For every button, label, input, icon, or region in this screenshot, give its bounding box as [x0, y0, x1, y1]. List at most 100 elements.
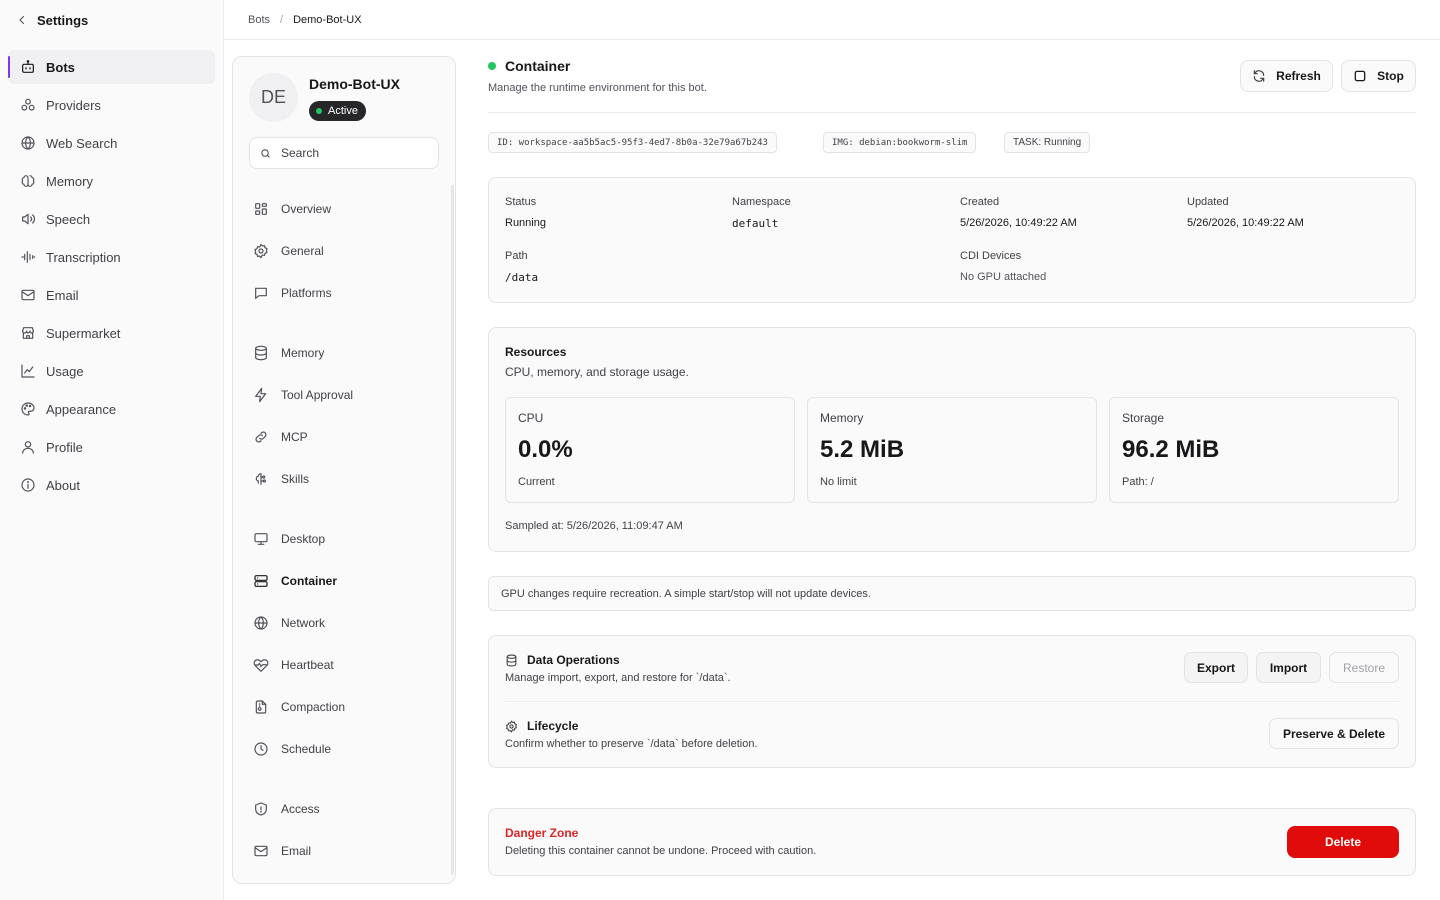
- bot-name: Demo-Bot-UX: [309, 76, 400, 92]
- export-button[interactable]: Export: [1184, 652, 1248, 683]
- created-label: Created: [960, 196, 1000, 208]
- container-id-chip: ID: workspace-aa5b5ac5-95f3-4ed7-8b0a-32…: [488, 132, 777, 153]
- lifecycle-title: Lifecycle: [527, 719, 579, 733]
- breadcrumb-bots-link[interactable]: Bots: [248, 14, 270, 26]
- header-divider: [488, 112, 1416, 113]
- refresh-button-label: Refresh: [1276, 69, 1321, 83]
- bot-nav-item-tool-approval[interactable]: Tool Approval: [241, 378, 449, 412]
- sidebar-item-appearance[interactable]: Appearance: [8, 392, 215, 426]
- operations-divider: [505, 701, 1399, 702]
- sidebar-item-providers[interactable]: Providers: [8, 88, 215, 122]
- sidebar-item-email[interactable]: Email: [8, 278, 215, 312]
- monitor-icon: [253, 531, 269, 547]
- bolt-icon: [253, 387, 269, 403]
- bot-nav-item-compaction[interactable]: Compaction: [241, 690, 449, 724]
- bot-nav-item-network[interactable]: Network: [241, 606, 449, 640]
- path-label: Path: [505, 250, 528, 262]
- page-subtitle: Manage the runtime environment for this …: [488, 82, 707, 94]
- settings-nav: Bots Providers Web Search Memory Speech Trans…: [8, 50, 215, 506]
- audio-waveform-icon: [20, 249, 36, 265]
- bot-nav-item-memory[interactable]: Memory: [241, 336, 449, 370]
- sidebar-item-memory[interactable]: Memory: [8, 164, 215, 198]
- bot-panel-scrollbar[interactable]: [451, 185, 454, 875]
- import-button[interactable]: Import: [1256, 652, 1321, 683]
- preserve-delete-button[interactable]: Preserve & Delete: [1269, 718, 1399, 749]
- sidebar-item-supermarket[interactable]: Supermarket: [8, 316, 215, 350]
- info-icon: [20, 477, 36, 493]
- file-archive-icon: [253, 699, 269, 715]
- sidebar-item-speech[interactable]: Speech: [8, 202, 215, 236]
- sidebar-item-label: Usage: [46, 363, 84, 379]
- status-dot-icon: [316, 108, 322, 114]
- bot-nav-item-label: General: [281, 244, 324, 258]
- chat-bubble-icon: [253, 285, 269, 301]
- sidebar-item-transcription[interactable]: Transcription: [8, 240, 215, 274]
- sidebar-item-about[interactable]: About: [8, 468, 215, 502]
- bot-nav-item-desktop[interactable]: Desktop: [241, 522, 449, 556]
- container-icon: [253, 573, 269, 589]
- bot-nav-item-overview[interactable]: Overview: [241, 192, 449, 226]
- clock-icon: [253, 741, 269, 757]
- lifecycle-subtitle: Confirm whether to preserve `/data` befo…: [505, 738, 758, 750]
- bot-nav-item-label: MCP: [281, 430, 308, 444]
- mail-icon: [20, 287, 36, 303]
- sidebar-item-label: Providers: [46, 97, 101, 113]
- sampled-at: Sampled at: 5/26/2026, 11:09:47 AM: [505, 520, 683, 532]
- brain-icon: [20, 173, 36, 189]
- cpu-metric: CPU 0.0% Current: [505, 397, 795, 503]
- refresh-button[interactable]: Refresh: [1240, 60, 1333, 92]
- bot-nav-item-platforms[interactable]: Platforms: [241, 276, 449, 310]
- sidebar-item-label: Web Search: [46, 135, 118, 151]
- bot-nav-item-label: Memory: [281, 346, 325, 360]
- bot-nav-item-label: Skills: [281, 472, 310, 486]
- storage-label: Storage: [1122, 411, 1165, 425]
- gpu-note: GPU changes require recreation. A simple…: [488, 576, 1416, 611]
- bot-nav-item-general[interactable]: General: [241, 234, 449, 268]
- bot-nav-item-heartbeat[interactable]: Heartbeat: [241, 648, 449, 682]
- cpu-value: 0.0%: [518, 436, 573, 463]
- cdi-devices-value: No GPU attached: [960, 271, 1047, 283]
- heartbeat-icon: [253, 657, 269, 673]
- skills-icon: [253, 471, 269, 487]
- bot-avatar: DE: [249, 73, 298, 122]
- sidebar-item-label: Speech: [46, 211, 91, 227]
- updated-label: Updated: [1187, 196, 1229, 208]
- stop-button[interactable]: Stop: [1341, 60, 1416, 92]
- breadcrumb-separator: /: [280, 13, 284, 26]
- sidebar-item-profile[interactable]: Profile: [8, 430, 215, 464]
- bot-nav-item-schedule[interactable]: Schedule: [241, 732, 449, 766]
- delete-button[interactable]: Delete: [1287, 826, 1399, 858]
- bot-nav-item-email[interactable]: Email: [241, 834, 449, 868]
- status-badge-label: Active: [328, 105, 358, 117]
- refresh-icon: [1252, 69, 1266, 83]
- grid-icon: [253, 201, 269, 217]
- sidebar-item-bots[interactable]: Bots: [8, 50, 215, 84]
- link-icon: [253, 429, 269, 445]
- bot-search[interactable]: [249, 137, 439, 169]
- providers-icon: [20, 97, 36, 113]
- bot-search-input[interactable]: [281, 146, 431, 160]
- data-operations-heading: Data Operations: [505, 653, 620, 667]
- bot-nav-item-container[interactable]: Container: [241, 564, 449, 598]
- created-value: 5/26/2026, 10:49:22 AM: [960, 217, 1077, 229]
- bot-nav-item-access[interactable]: Access: [241, 792, 449, 826]
- sidebar-item-web-search[interactable]: Web Search: [8, 126, 215, 160]
- restore-button[interactable]: Restore: [1329, 652, 1399, 683]
- status-label: Status: [505, 196, 537, 208]
- user-icon: [20, 439, 36, 455]
- sidebar-item-label: Bots: [46, 59, 75, 75]
- bot-nav-item-skills[interactable]: Skills: [241, 462, 449, 496]
- data-operations-title: Data Operations: [527, 653, 620, 667]
- page-title: Container: [505, 58, 571, 74]
- cpu-sub: Current: [518, 476, 555, 488]
- cpu-label: CPU: [518, 411, 544, 425]
- speaker-icon: [20, 211, 36, 227]
- mail-icon: [253, 843, 269, 859]
- memory-label: Memory: [820, 411, 864, 425]
- bot-nav-item-mcp[interactable]: MCP: [241, 420, 449, 454]
- task-chip: TASK: Running: [1004, 132, 1091, 153]
- memory-metric: Memory 5.2 MiB No limit: [807, 397, 1097, 503]
- sidebar-item-usage[interactable]: Usage: [8, 354, 215, 388]
- status-badge: Active: [309, 101, 366, 121]
- settings-back-button[interactable]: Settings: [16, 10, 88, 30]
